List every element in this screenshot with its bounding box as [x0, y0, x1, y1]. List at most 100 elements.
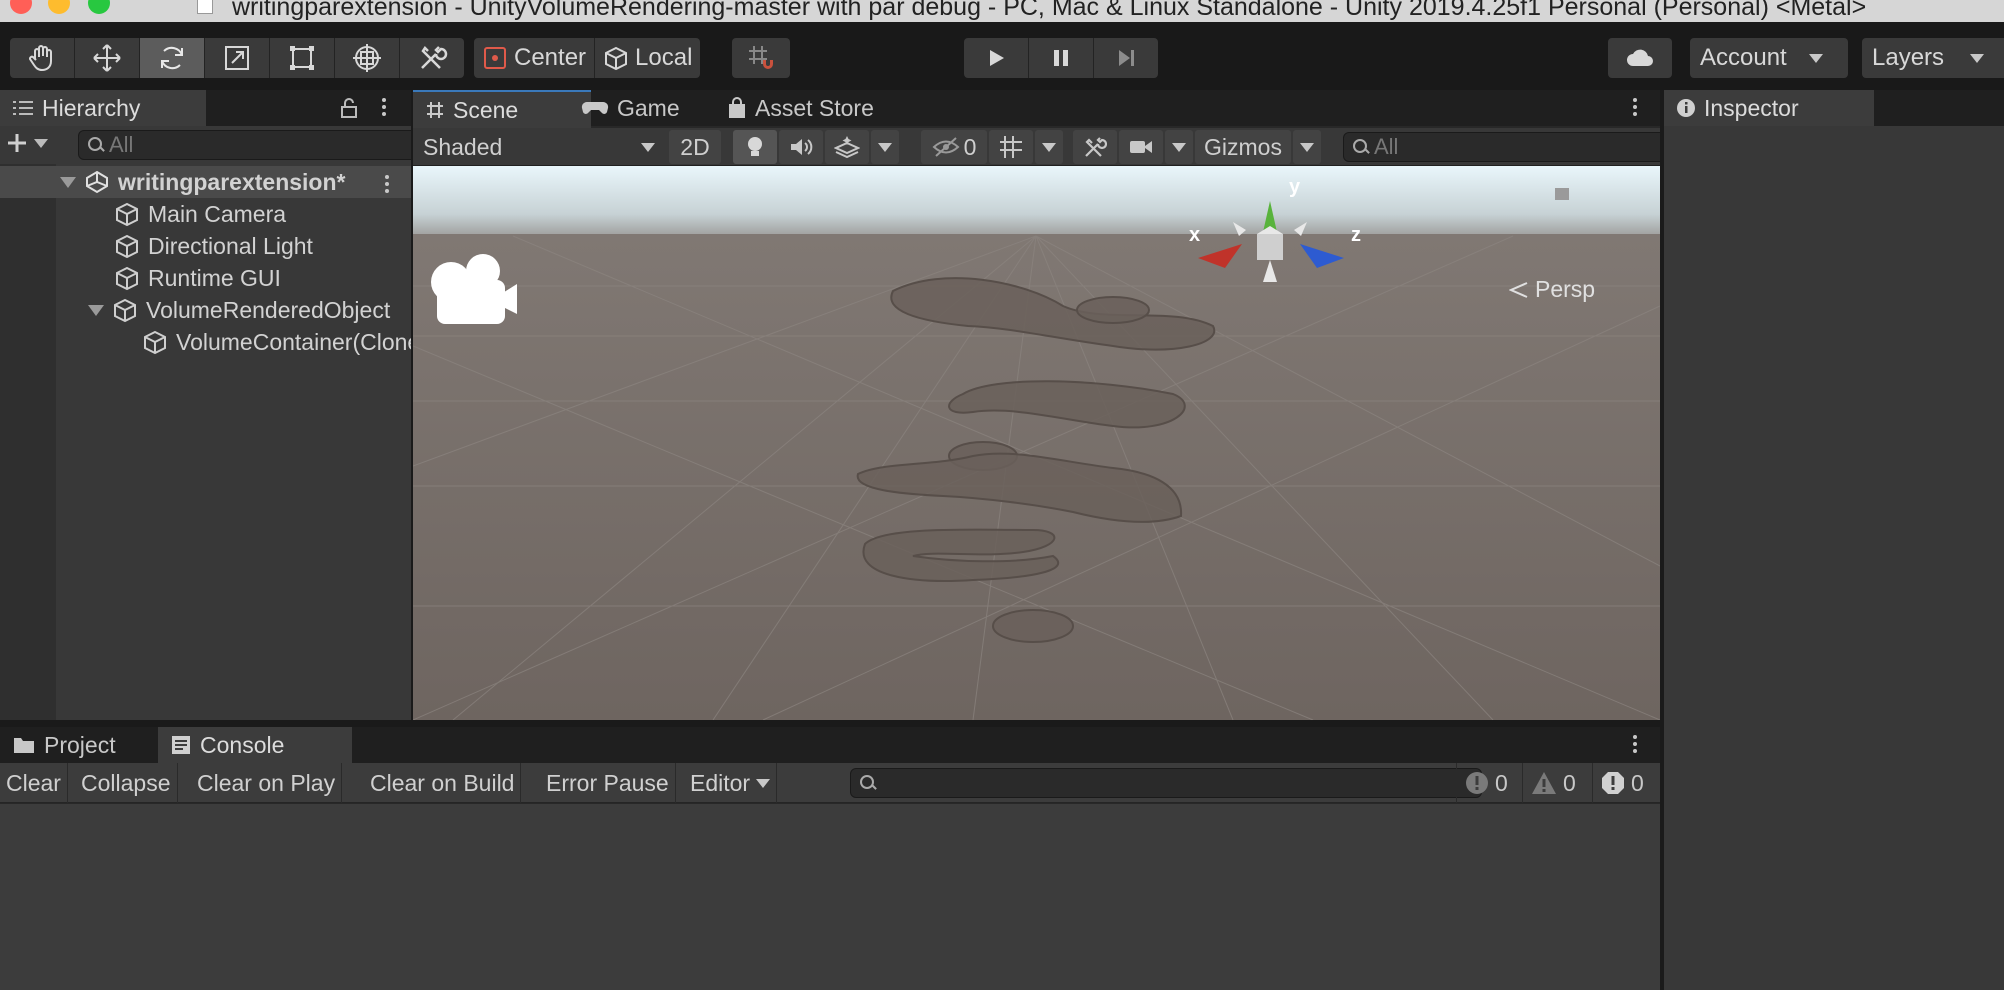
rotate-tool-button[interactable]	[140, 38, 205, 78]
minimize-window-button[interactable]	[48, 0, 70, 14]
console-menu-icon[interactable]	[1632, 735, 1638, 753]
step-button[interactable]	[1094, 38, 1158, 78]
transform-tools	[10, 38, 464, 78]
collab-cloud-button[interactable]	[1608, 38, 1672, 78]
hierarchy-menu-icon[interactable]	[381, 98, 387, 116]
hand-tool-button[interactable]	[10, 38, 75, 78]
tab-asset-store[interactable]: Asset Store	[715, 90, 919, 126]
clear-on-play-button[interactable]: Clear on Play	[191, 763, 343, 803]
scene-toolbar: Shaded 2D 0 Gizmos All	[413, 128, 1685, 166]
audio-toggle[interactable]	[779, 130, 823, 164]
scene-viewport[interactable]: y x z Persp	[413, 166, 1660, 720]
center-pivot-icon	[484, 47, 506, 69]
hierarchy-item-volume-container[interactable]: VolumeContainer(Clone)	[142, 326, 428, 358]
cloud-group	[1608, 38, 1672, 78]
error-pause-button[interactable]: Error Pause	[540, 763, 676, 803]
scene-search-placeholder: All	[1374, 134, 1399, 159]
foldout-arrow-icon[interactable]	[60, 176, 76, 188]
custom-tool-button[interactable]	[400, 38, 464, 78]
editor-dropdown[interactable]: Editor	[684, 763, 778, 803]
layers-dropdown[interactable]: Layers	[1862, 38, 2004, 78]
scale-icon	[225, 46, 249, 70]
scene-root-item[interactable]: writingparextension*	[60, 166, 345, 198]
scene-render	[413, 166, 1660, 720]
foldout-arrow-icon[interactable]	[88, 304, 104, 316]
rect-icon	[290, 46, 314, 70]
clear-button[interactable]: Clear	[0, 763, 68, 803]
inspector-tab-label: Inspector	[1704, 94, 1799, 121]
collapse-button[interactable]: Collapse	[75, 763, 178, 803]
speaker-icon	[791, 139, 813, 155]
step-icon	[1119, 50, 1134, 66]
tab-scene[interactable]: Scene	[413, 90, 591, 128]
component-tools-button[interactable]	[1073, 130, 1117, 164]
bottom-divider[interactable]	[0, 720, 1660, 727]
scene-menu-icon[interactable]	[384, 175, 390, 193]
gizmos-dropdown[interactable]	[1293, 130, 1321, 164]
scene-camera-button[interactable]	[1119, 130, 1163, 164]
tab-game[interactable]: Game	[569, 90, 729, 126]
hierarchy-item-directional-light[interactable]: Directional Light	[114, 230, 313, 262]
log-count: 0	[1495, 769, 1508, 796]
gizmos-button[interactable]: Gizmos	[1195, 130, 1291, 164]
effects-toggle[interactable]	[825, 130, 869, 164]
warning-count-toggle[interactable]: 0	[1522, 763, 1584, 803]
log-count-toggle[interactable]: 0	[1456, 763, 1516, 803]
close-window-button[interactable]	[10, 0, 32, 14]
tab-inspector[interactable]: Inspector	[1664, 90, 1874, 126]
camera-dropdown[interactable]	[1165, 130, 1193, 164]
snap-group	[732, 38, 790, 78]
account-label: Account	[1700, 44, 1787, 71]
lock-icon[interactable]	[340, 97, 358, 119]
lighting-toggle[interactable]	[733, 130, 777, 164]
chevron-down-icon	[1970, 53, 1985, 63]
zoom-window-button[interactable]	[88, 0, 110, 14]
search-icon	[860, 775, 874, 789]
scene-tabbar: Scene Game Asset Store	[413, 90, 1660, 128]
info-message-icon	[1466, 772, 1488, 794]
chevron-down-icon	[1808, 53, 1823, 63]
tab-project[interactable]: Project	[0, 727, 180, 763]
pivot-space-toggle[interactable]: Local	[595, 38, 700, 78]
tab-console[interactable]: Console	[158, 727, 352, 763]
shading-mode-dropdown[interactable]: Shaded	[413, 130, 665, 164]
hierarchy-item-main-camera[interactable]: Main Camera	[114, 198, 286, 230]
account-dropdown[interactable]: Account	[1690, 38, 1848, 78]
hierarchy-search-placeholder: All	[109, 132, 134, 157]
move-tool-button[interactable]	[75, 38, 140, 78]
create-object-button[interactable]	[6, 132, 48, 154]
console-search-input[interactable]	[850, 768, 1482, 798]
folder-icon	[14, 738, 34, 753]
effects-dropdown[interactable]	[871, 130, 899, 164]
unity-scene-icon	[86, 170, 108, 194]
gizmo-lock-icon[interactable]	[1555, 188, 1569, 200]
pivot-mode-toggle[interactable]: Center	[474, 38, 596, 78]
hierarchy-search-input[interactable]: All	[78, 130, 434, 160]
console-log-area[interactable]	[0, 804, 1660, 990]
scale-tool-button[interactable]	[205, 38, 270, 78]
hierarchy-item-volume-rendered-object[interactable]: VolumeRenderedObject	[88, 294, 390, 326]
hierarchy-item-runtime-gui[interactable]: Runtime GUI	[114, 262, 281, 294]
grid-dropdown[interactable]	[1035, 130, 1063, 164]
rect-tool-button[interactable]	[270, 38, 335, 78]
inspector-tabbar: Inspector	[1664, 90, 2004, 126]
hidden-objects-toggle[interactable]: 0	[921, 130, 987, 164]
error-count-toggle[interactable]: 0	[1592, 763, 1652, 803]
grid-toggle[interactable]	[989, 130, 1033, 164]
console-tab-label: Console	[200, 731, 285, 758]
tab-hierarchy[interactable]: Hierarchy	[0, 90, 206, 126]
clear-on-build-button[interactable]: Clear on Build	[364, 763, 522, 803]
transform-tool-button[interactable]	[335, 38, 400, 78]
projection-label: Persp	[1535, 276, 1596, 302]
projection-toggle[interactable]: Persp	[1509, 276, 1595, 303]
shopping-bag-icon	[729, 97, 745, 118]
scene-menu-icon[interactable]	[1632, 98, 1638, 116]
list-icon	[13, 101, 33, 115]
2d-mode-toggle[interactable]: 2D	[669, 130, 721, 164]
scene-search-input[interactable]: All	[1343, 132, 1685, 162]
hierarchy-tab-label: Hierarchy	[42, 94, 141, 121]
warning-icon	[1532, 772, 1556, 794]
play-button[interactable]	[964, 38, 1029, 78]
grid-snap-button[interactable]	[732, 38, 790, 78]
pause-button[interactable]	[1029, 38, 1094, 78]
